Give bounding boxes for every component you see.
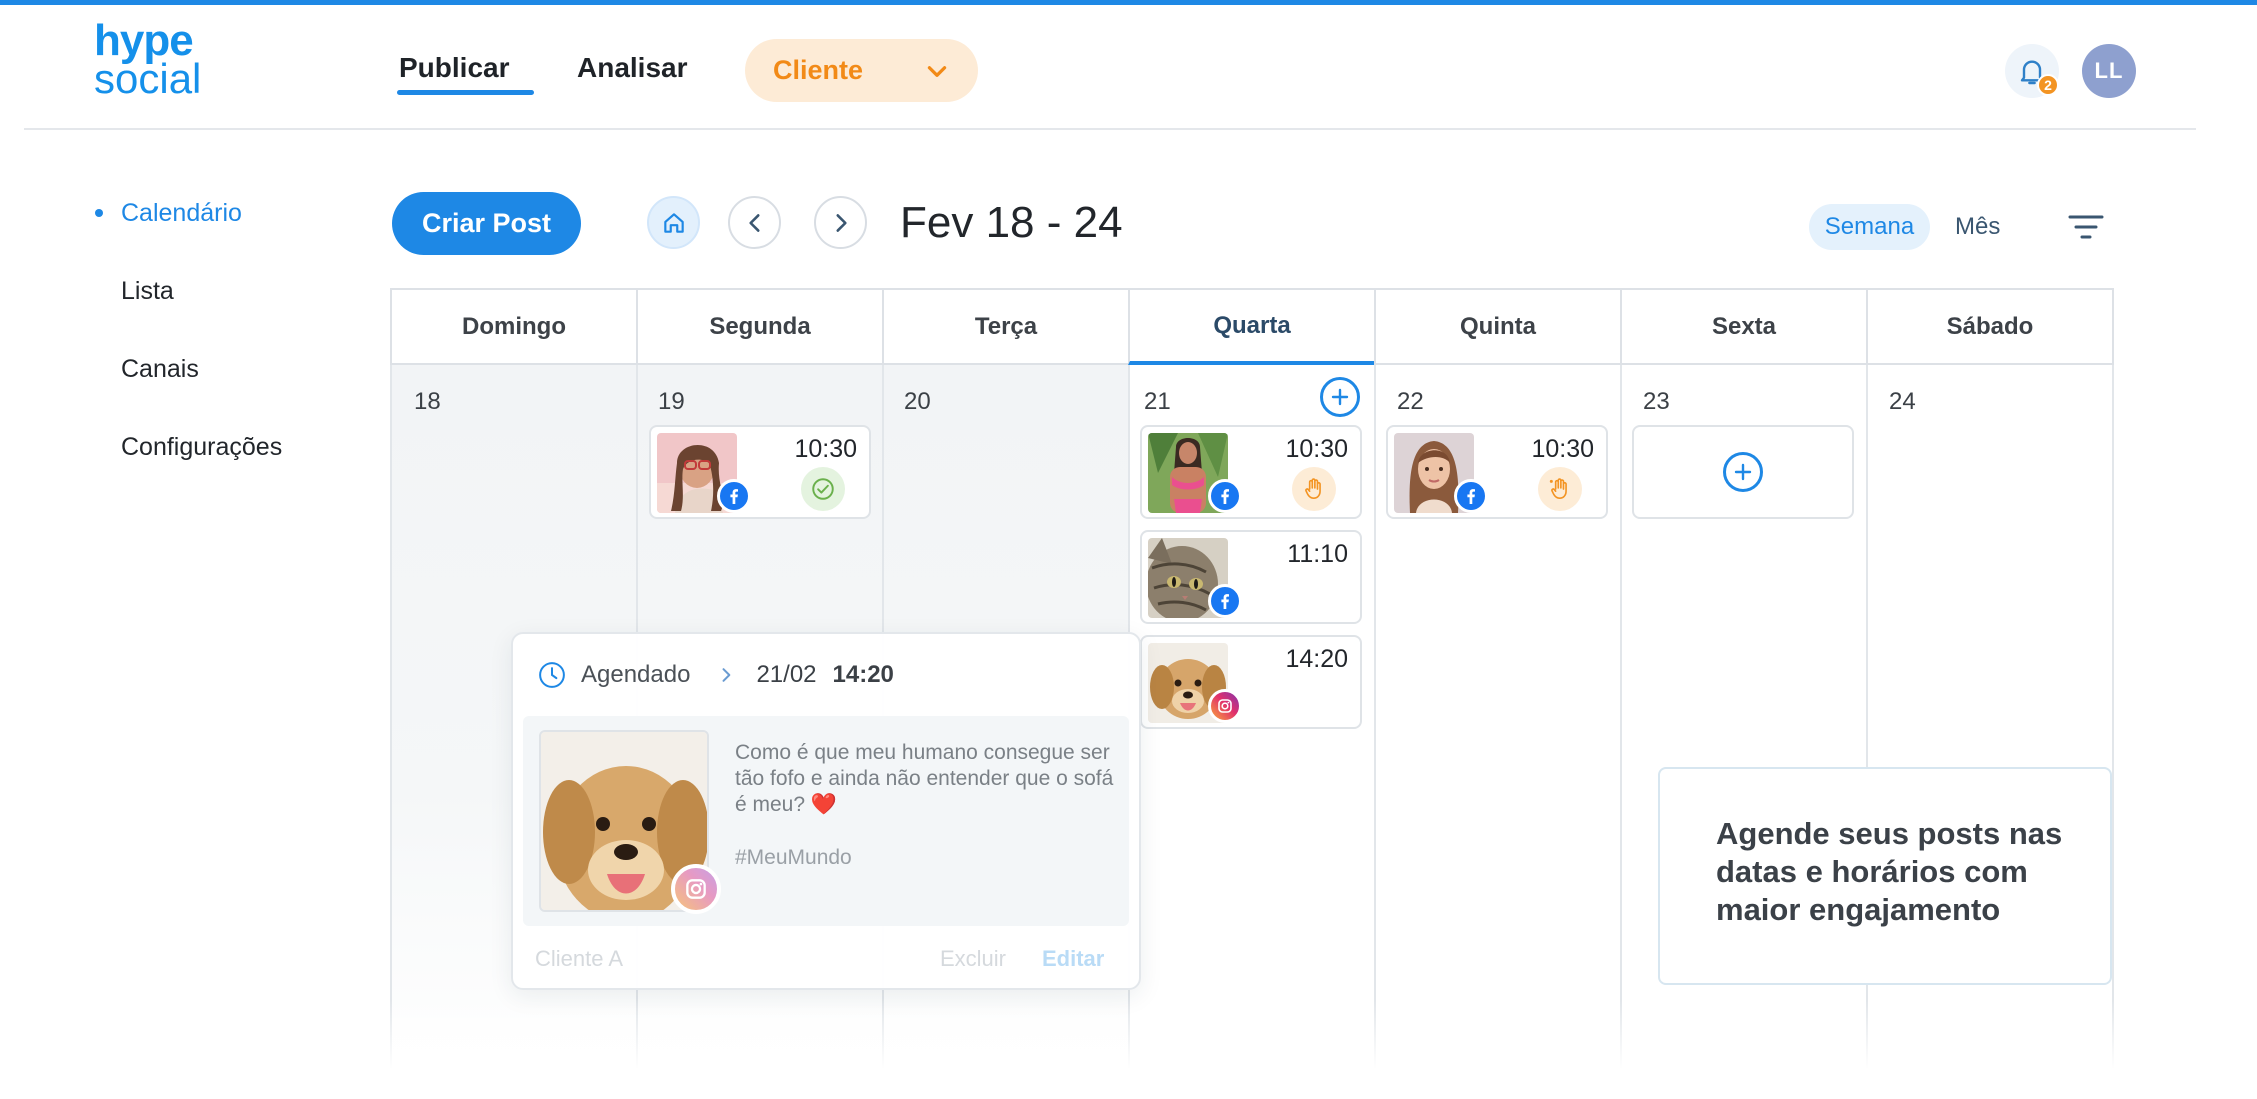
- sidebar-item-lista[interactable]: Lista: [121, 277, 174, 306]
- day-header-quarta: Quarta: [1128, 288, 1374, 365]
- popup-time: 14:20: [832, 661, 894, 688]
- nav-publicar[interactable]: Publicar: [399, 52, 509, 84]
- post-card[interactable]: 10:30: [1386, 425, 1608, 519]
- post-card[interactable]: 10:30: [1140, 425, 1362, 519]
- create-post-button[interactable]: Criar Post: [392, 192, 581, 255]
- day-header-domingo: Domingo: [390, 288, 636, 365]
- post-preview-popup[interactable]: Agendado 21/02 14:20 Como é que meu huma…: [511, 632, 1141, 990]
- pending-hand-icon: [1305, 478, 1321, 500]
- sidebar-active-dot: [95, 209, 103, 217]
- view-month-button[interactable]: Mês: [1955, 213, 2000, 241]
- facebook-icon: [1208, 479, 1242, 513]
- post-time: 10:30: [1531, 435, 1594, 463]
- notifications-button[interactable]: 2: [2005, 44, 2059, 98]
- post-time: 10:30: [1285, 435, 1348, 463]
- sidebar-item-configuracoes[interactable]: Configurações: [121, 433, 282, 462]
- day-number: 24: [1889, 388, 1916, 415]
- day-number: 18: [414, 388, 441, 415]
- post-card[interactable]: 11:10: [1140, 530, 1362, 624]
- pending-hand-icon: [1549, 478, 1567, 500]
- popup-header: Agendado 21/02 14:20: [537, 660, 894, 690]
- delete-button[interactable]: Excluir: [940, 946, 1006, 972]
- today-button[interactable]: [647, 196, 700, 249]
- nav-analisar[interactable]: Analisar: [577, 52, 688, 84]
- top-accent-line: [0, 0, 2257, 5]
- empty-slot-add[interactable]: [1632, 425, 1854, 519]
- nav-active-indicator: [397, 90, 534, 95]
- bottom-fade: [380, 1000, 2180, 1099]
- day-number: 22: [1397, 388, 1424, 415]
- plus-icon: [1331, 388, 1349, 406]
- user-avatar[interactable]: LL: [2082, 44, 2136, 98]
- day-header-quinta: Quinta: [1374, 288, 1620, 365]
- day-header-terca: Terça: [882, 288, 1128, 365]
- post-client: Cliente A: [535, 946, 624, 971]
- facebook-icon: [1454, 479, 1488, 513]
- add-post-button[interactable]: [1723, 452, 1763, 492]
- logo-line2: social: [94, 55, 202, 102]
- post-time: 14:20: [1285, 645, 1348, 673]
- client-select[interactable]: Cliente: [745, 39, 978, 102]
- sidebar-item-calendario[interactable]: Calendário: [121, 199, 242, 228]
- edit-button[interactable]: Editar: [1042, 946, 1104, 972]
- popup-status: Agendado: [581, 661, 691, 688]
- popup-date: 21/02: [756, 661, 817, 688]
- facebook-icon: [717, 479, 751, 513]
- filter-icon[interactable]: [2068, 210, 2104, 244]
- logo[interactable]: hype social: [94, 19, 202, 102]
- facebook-icon: [1208, 584, 1242, 618]
- view-week-button[interactable]: Semana: [1809, 204, 1930, 250]
- post-card[interactable]: 14:20: [1140, 635, 1362, 729]
- status-badge: [801, 467, 845, 511]
- published-check-icon: [812, 478, 834, 500]
- date-range-title: Fev 18 - 24: [900, 198, 1123, 247]
- status-badge: [1292, 467, 1336, 511]
- day-number: 21: [1144, 388, 1171, 415]
- client-select-label: Cliente: [773, 55, 864, 85]
- header-divider: [24, 128, 2196, 130]
- chevron-right-icon: [835, 213, 847, 232]
- post-time: 10:30: [794, 435, 857, 463]
- post-time: 11:10: [1287, 540, 1348, 568]
- clock-icon: [539, 662, 565, 688]
- day-number: 23: [1643, 388, 1670, 415]
- plus-icon: [1734, 463, 1752, 481]
- status-badge: [1538, 467, 1582, 511]
- chevron-down-icon: [927, 65, 947, 77]
- home-icon: [663, 212, 684, 233]
- info-text: Agende seus posts nas datas e horários c…: [1716, 816, 2063, 927]
- day-header-sabado: Sábado: [1866, 288, 2114, 365]
- day-header-segunda: Segunda: [636, 288, 882, 365]
- next-week-button[interactable]: [814, 196, 867, 249]
- post-caption: Como é que meu humano consegue ser tão f…: [735, 741, 1114, 816]
- instagram-icon: [1208, 689, 1242, 723]
- chevron-left-icon: [748, 213, 760, 232]
- day-header-sexta: Sexta: [1620, 288, 1866, 365]
- info-callout: Agende seus posts nas datas e horários c…: [1658, 767, 2112, 985]
- instagram-icon: [671, 864, 721, 914]
- post-hashtag: #MeuMundo: [735, 846, 852, 869]
- post-card[interactable]: 10:30: [649, 425, 871, 519]
- previous-week-button[interactable]: [728, 196, 781, 249]
- sidebar-item-canais[interactable]: Canais: [121, 355, 199, 384]
- day-number: 20: [904, 388, 931, 415]
- notification-count-badge: 2: [2037, 74, 2059, 96]
- chevron-right-icon: [722, 668, 731, 682]
- add-post-button[interactable]: [1320, 377, 1360, 417]
- day-number: 19: [658, 388, 685, 415]
